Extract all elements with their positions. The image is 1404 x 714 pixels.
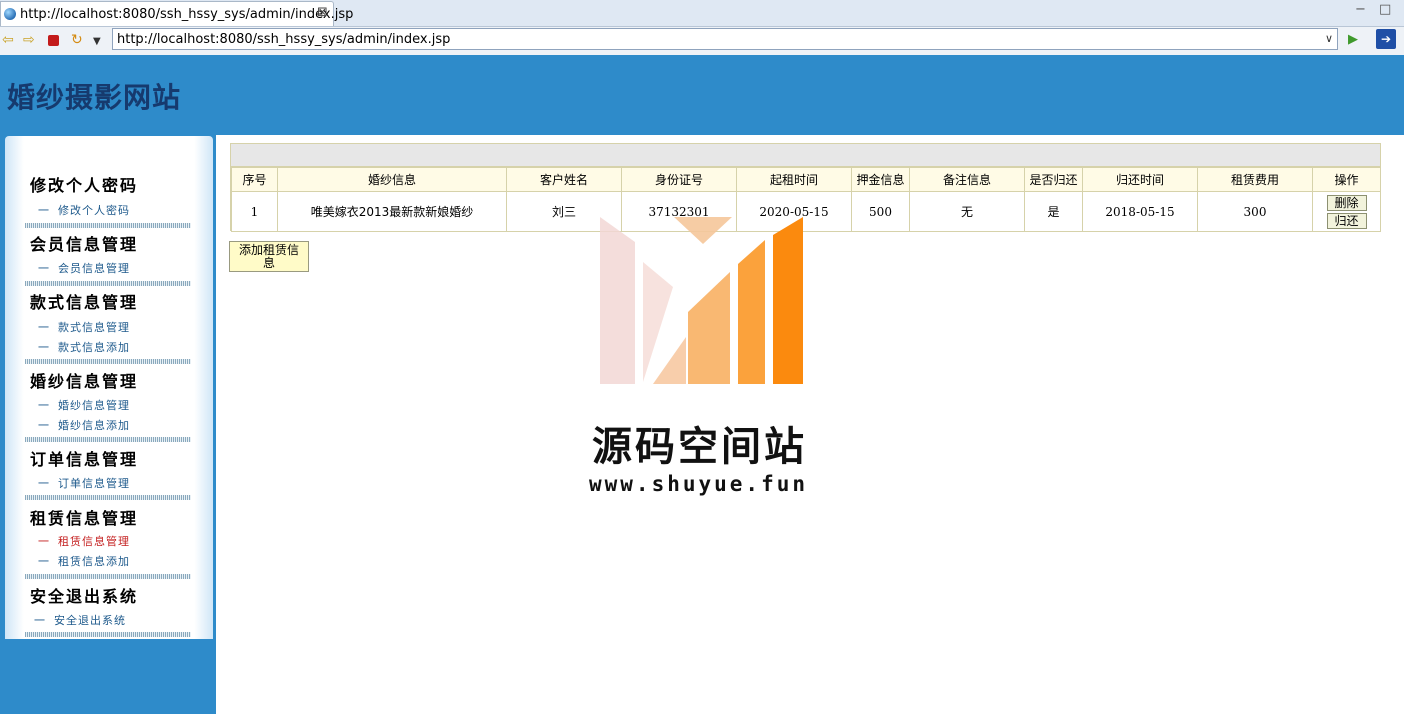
menu-item-style-manage[interactable]: 一款式信息管理 xyxy=(38,319,130,335)
address-bar[interactable]: http://localhost:8080/ssh_hssy_sys/admin… xyxy=(112,28,1338,50)
menu-divider xyxy=(25,281,191,286)
back-icon[interactable]: ⇦ xyxy=(2,32,14,48)
menu-item-rental-add[interactable]: 一租赁信息添加 xyxy=(38,553,130,569)
site-title: 婚纱摄影网站 xyxy=(7,81,182,114)
go-icon[interactable]: ▶ xyxy=(1348,32,1358,48)
forward-icon[interactable]: ⇨ xyxy=(23,32,35,48)
menu-heading-order: 订单信息管理 xyxy=(30,450,139,469)
stop-icon[interactable] xyxy=(48,35,59,46)
browser-toolbar: ⇦ ⇨ ↻ ▼ http://localhost:8080/ssh_hssy_s… xyxy=(0,27,1404,56)
menu-dropdown-icon[interactable]: ▼ xyxy=(93,34,101,50)
globe-icon xyxy=(4,8,16,20)
add-rental-button[interactable]: 添加租赁信息 xyxy=(229,241,309,272)
menu-divider xyxy=(25,495,191,500)
menu-divider xyxy=(25,437,191,442)
menu-heading-style: 款式信息管理 xyxy=(30,293,139,312)
menu-heading-rental: 租赁信息管理 xyxy=(30,509,139,528)
watermark-url: www.shuyue.fun xyxy=(589,472,809,496)
menu-heading-password: 修改个人密码 xyxy=(30,176,139,195)
column-header: 客户姓名 xyxy=(506,167,622,192)
tab-title: http://localhost:8080/ssh_hssy_sys/admin… xyxy=(20,7,354,22)
table-title-bar xyxy=(231,144,1380,167)
cell-index: 1 xyxy=(231,191,278,232)
column-header: 租赁费用 xyxy=(1197,167,1313,192)
menu-divider xyxy=(25,359,191,364)
minimize-icon[interactable]: − xyxy=(1355,2,1366,17)
column-header: 归还时间 xyxy=(1082,167,1198,192)
site-header: 婚纱摄影网站 xyxy=(0,55,1404,135)
browser-tab-bar: http://localhost:8080/ssh_hssy_sys/admin… xyxy=(0,0,1404,27)
external-browser-icon[interactable]: ➔ xyxy=(1376,29,1396,49)
menu-item-logout[interactable]: 一安全退出系统 xyxy=(34,612,126,628)
menu-heading-dress: 婚纱信息管理 xyxy=(30,372,139,391)
cell-dress: 唯美嫁衣2013最新款新娘婚纱 xyxy=(277,191,507,232)
maximize-icon[interactable]: □ xyxy=(1379,2,1391,17)
menu-item-style-add[interactable]: 一款式信息添加 xyxy=(38,339,130,355)
column-header: 身份证号 xyxy=(621,167,737,192)
cell-returned: 是 xyxy=(1024,191,1083,232)
chevron-down-icon[interactable]: ∨ xyxy=(1325,32,1333,45)
column-header: 是否归还 xyxy=(1024,167,1083,192)
cell-remark: 无 xyxy=(909,191,1025,232)
menu-item-dress-add[interactable]: 一婚纱信息添加 xyxy=(38,417,130,433)
column-header: 备注信息 xyxy=(909,167,1025,192)
refresh-icon[interactable]: ↻ xyxy=(71,32,83,48)
column-header: 婚纱信息 xyxy=(277,167,507,192)
menu-item-order-manage[interactable]: 一订单信息管理 xyxy=(38,475,130,491)
cell-actions: 删除 归还 xyxy=(1312,191,1381,232)
watermark-title: 源码空间站 xyxy=(592,424,807,470)
menu-item-dress-manage[interactable]: 一婚纱信息管理 xyxy=(38,397,130,413)
address-url[interactable]: http://localhost:8080/ssh_hssy_sys/admin… xyxy=(117,32,450,47)
menu-divider xyxy=(25,223,191,228)
return-button[interactable]: 归还 xyxy=(1326,212,1367,229)
menu-item-change-password[interactable]: 一修改个人密码 xyxy=(38,202,130,218)
cell-return-date: 2018-05-15 xyxy=(1082,191,1198,232)
cell-fee: 300 xyxy=(1197,191,1313,232)
column-header: 起租时间 xyxy=(736,167,852,192)
menu-divider xyxy=(25,574,191,579)
tab-close-icon[interactable]: ⊠ xyxy=(317,5,328,20)
browser-tab[interactable]: http://localhost:8080/ssh_hssy_sys/admin… xyxy=(0,1,353,26)
watermark-logo xyxy=(600,217,803,384)
menu-divider xyxy=(25,632,191,637)
column-header: 押金信息 xyxy=(851,167,910,192)
menu-item-member-manage[interactable]: 一会员信息管理 xyxy=(38,260,130,276)
cell-deposit: 500 xyxy=(851,191,910,232)
column-header: 序号 xyxy=(231,167,278,192)
column-header: 操作 xyxy=(1312,167,1381,192)
menu-item-rental-manage[interactable]: 一租赁信息管理 xyxy=(38,533,130,549)
delete-button[interactable]: 删除 xyxy=(1326,194,1367,211)
table-header-row: 序号 婚纱信息 客户姓名 身份证号 起租时间 押金信息 备注信息 是否归还 归还… xyxy=(231,167,1381,192)
menu-heading-member: 会员信息管理 xyxy=(30,235,139,254)
menu-heading-logout: 安全退出系统 xyxy=(30,587,139,606)
